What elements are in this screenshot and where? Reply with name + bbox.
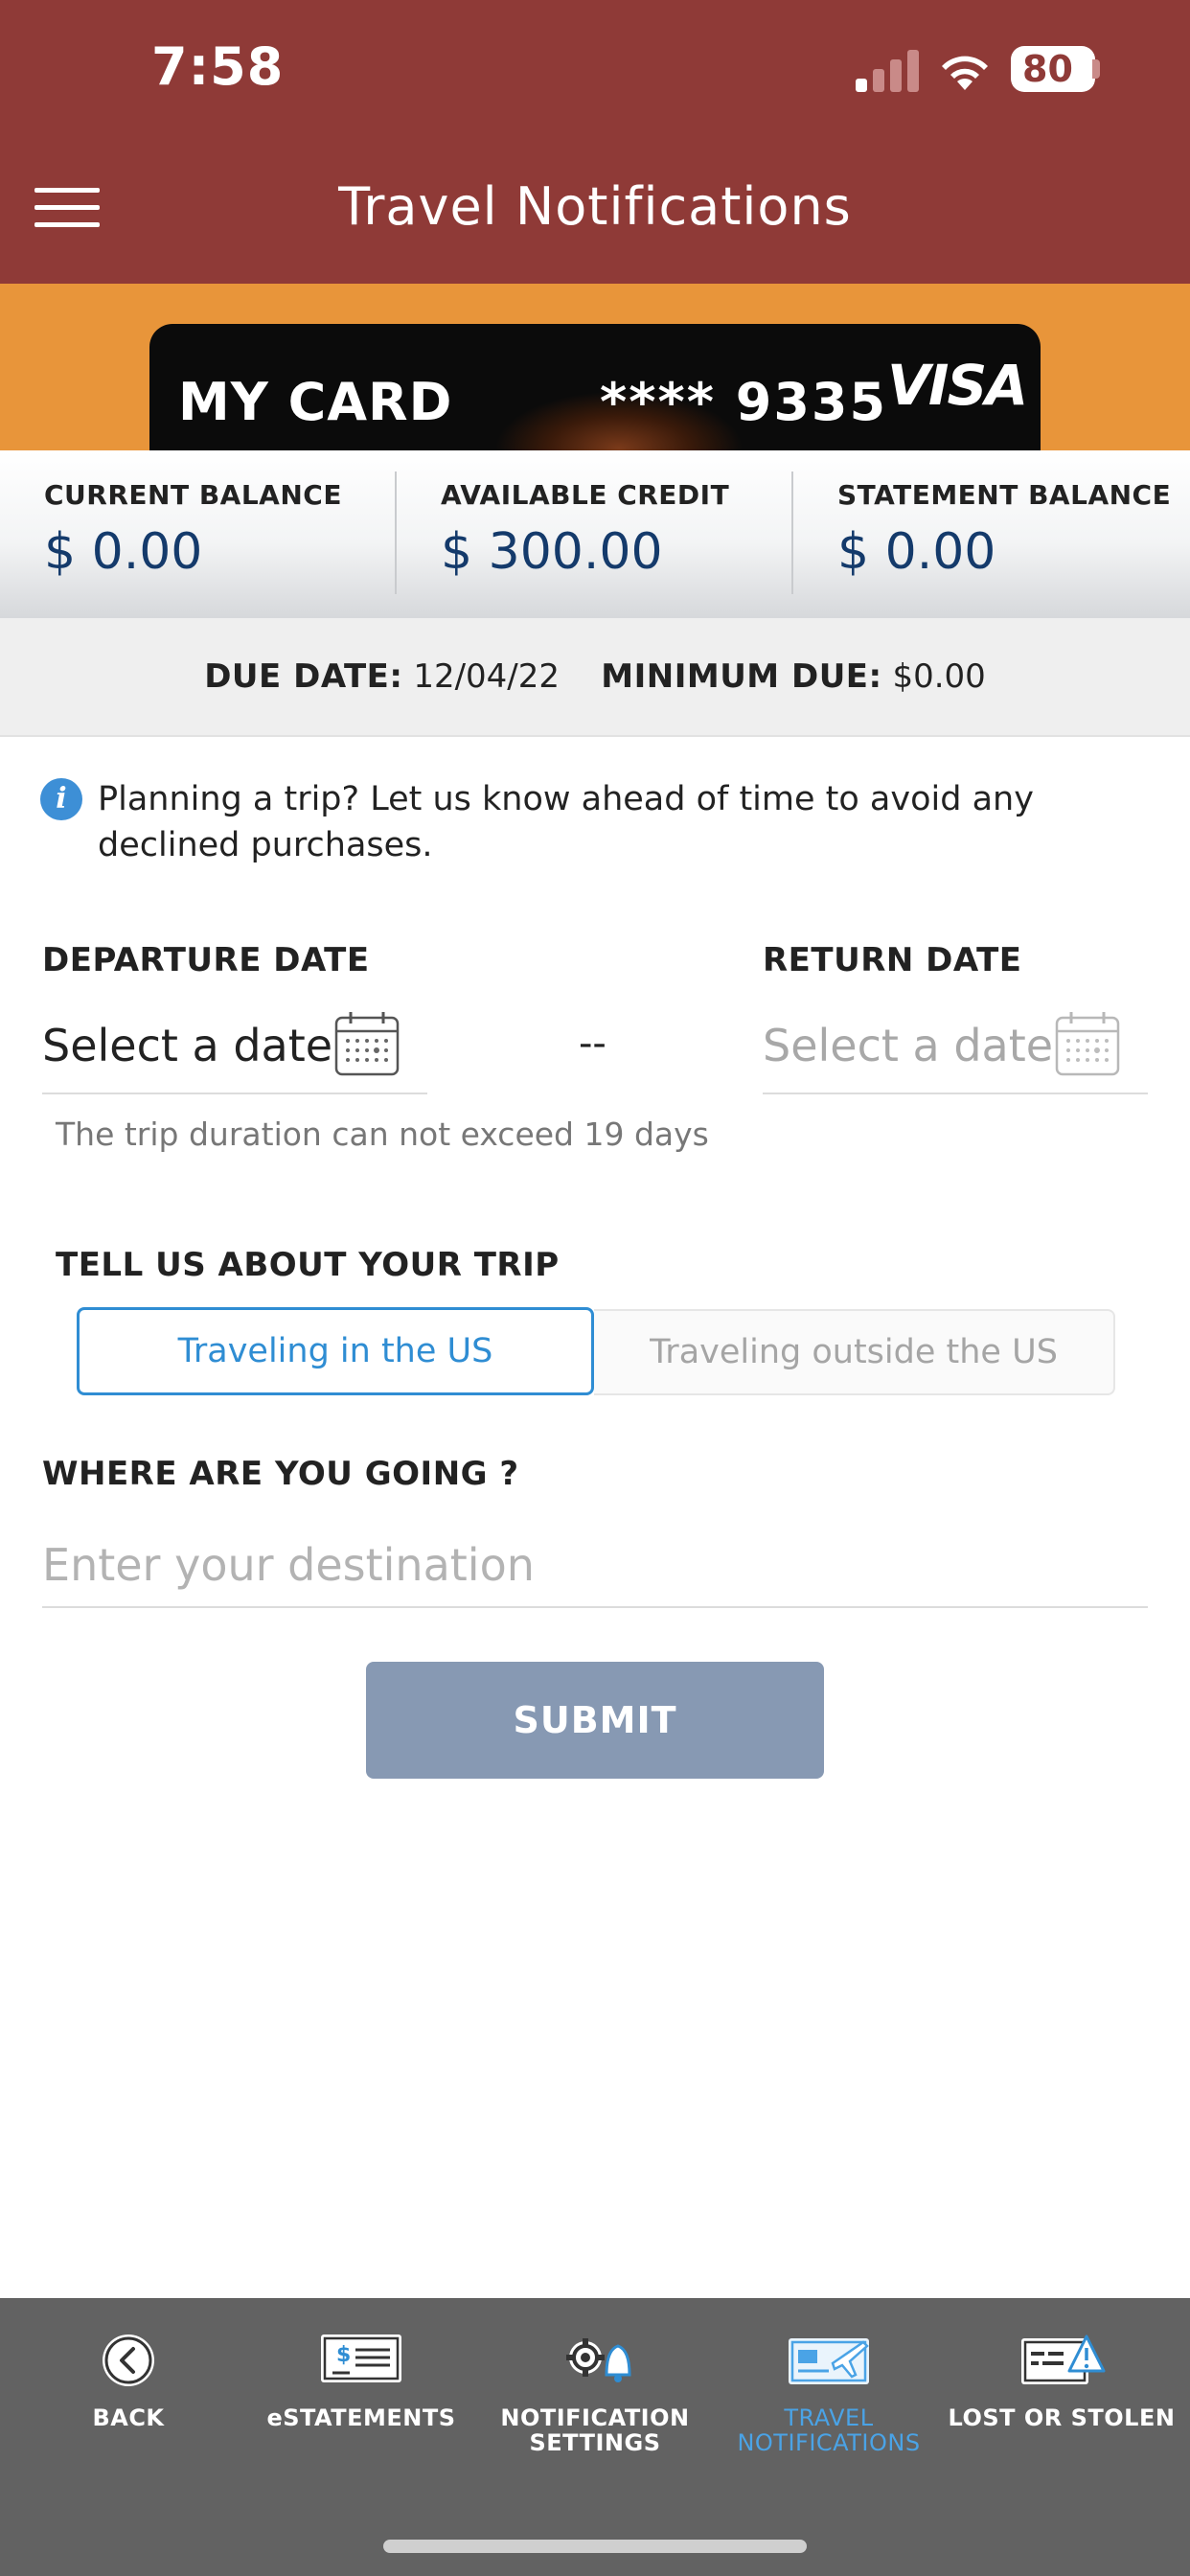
home-indicator[interactable]	[383, 2540, 807, 2553]
calendar-icon[interactable]	[333, 1010, 400, 1077]
card-name: MY CARD	[178, 372, 453, 432]
svg-text:$: $	[336, 2343, 351, 2367]
return-date-field[interactable]: Select a date	[763, 1020, 1053, 1071]
available-credit-value: $ 300.00	[441, 523, 663, 581]
credit-card: MY CARD **** 9335 VISA	[149, 324, 1041, 450]
current-balance: CURRENT BALANCE $ 0.00	[0, 450, 397, 618]
balances-panel: CURRENT BALANCE $ 0.00 AVAILABLE CREDIT …	[0, 450, 1190, 618]
battery-nub	[1092, 59, 1100, 79]
destination-label: WHERE ARE YOU GOING ?	[42, 1455, 519, 1493]
minimum-due-label: MINIMUM DUE:	[601, 657, 882, 696]
tab-notification-settings-label: NOTIFICATION SETTINGS	[500, 2404, 690, 2456]
tab-back-label: BACK	[92, 2404, 165, 2431]
wifi-icon	[942, 56, 988, 90]
traveling-outside-us-option[interactable]: Traveling outside the US	[594, 1309, 1115, 1395]
available-credit: AVAILABLE CREDIT $ 300.00	[397, 450, 793, 618]
tab-travel-notifications[interactable]: TRAVEL NOTIFICATIONS	[710, 2329, 948, 2455]
trip-duration-hint: The trip duration can not exceed 19 days	[56, 1116, 709, 1153]
statement-balance: STATEMENT BALANCE $ 0.00	[793, 450, 1190, 618]
cellular-signal-icon	[856, 42, 923, 92]
due-date-label: DUE DATE:	[204, 657, 403, 696]
calendar-icon[interactable]	[1054, 1010, 1121, 1077]
due-summary: DUE DATE: 12/04/22 MINIMUM DUE: $0.00	[0, 618, 1190, 737]
minimum-due-value: $0.00	[892, 657, 986, 696]
tab-back[interactable]: BACK	[10, 2329, 247, 2430]
current-balance-value: $ 0.00	[44, 523, 203, 581]
departure-date-field[interactable]: Select a date	[42, 1020, 332, 1071]
battery-level: 80	[1011, 46, 1095, 92]
due-date-value: 12/04/22	[413, 657, 561, 696]
trip-type-label: TELL US ABOUT YOUR TRIP	[56, 1246, 560, 1284]
departure-underline	[42, 1092, 427, 1094]
traveling-in-us-option[interactable]: Traveling in the US	[77, 1307, 594, 1395]
destination-input[interactable]	[42, 1524, 1148, 1608]
available-credit-label: AVAILABLE CREDIT	[441, 479, 730, 511]
current-balance-label: CURRENT BALANCE	[44, 479, 342, 511]
info-message: Planning a trip? Let us know ahead of ti…	[98, 780, 1034, 864]
visa-logo: VISA	[887, 353, 1028, 418]
tab-lost-or-stolen-label: LOST OR STOLEN	[948, 2404, 1176, 2431]
departure-date-label: DEPARTURE DATE	[42, 941, 370, 979]
return-date-label: RETURN DATE	[763, 941, 1022, 979]
page-title: Travel Notifications	[338, 176, 852, 237]
tab-lost-or-stolen[interactable]: LOST OR STOLEN	[943, 2329, 1180, 2430]
tab-estatements-label: eSTATEMENTS	[266, 2404, 456, 2431]
return-underline	[763, 1092, 1148, 1094]
card-plane-icon	[789, 2338, 869, 2384]
status-time: 7:58	[151, 36, 285, 97]
statement-check-icon: $	[321, 2334, 401, 2382]
statement-balance-value: $ 0.00	[837, 523, 996, 581]
card-number: **** 9335	[600, 372, 888, 432]
card-warning-icon	[1021, 2334, 1106, 2384]
back-circle-icon	[103, 2334, 154, 2386]
tab-travel-notifications-label: TRAVEL NOTIFICATIONS	[737, 2404, 921, 2456]
info-icon: i	[40, 778, 82, 820]
submit-button[interactable]: SUBMIT	[366, 1662, 824, 1779]
gear-bell-icon	[566, 2338, 631, 2382]
date-separator: --	[579, 1022, 606, 1066]
tab-estatements[interactable]: $ eSTATEMENTS	[242, 2329, 480, 2430]
tab-notification-settings[interactable]: NOTIFICATION SETTINGS	[476, 2329, 714, 2455]
statement-balance-label: STATEMENT BALANCE	[837, 479, 1172, 511]
